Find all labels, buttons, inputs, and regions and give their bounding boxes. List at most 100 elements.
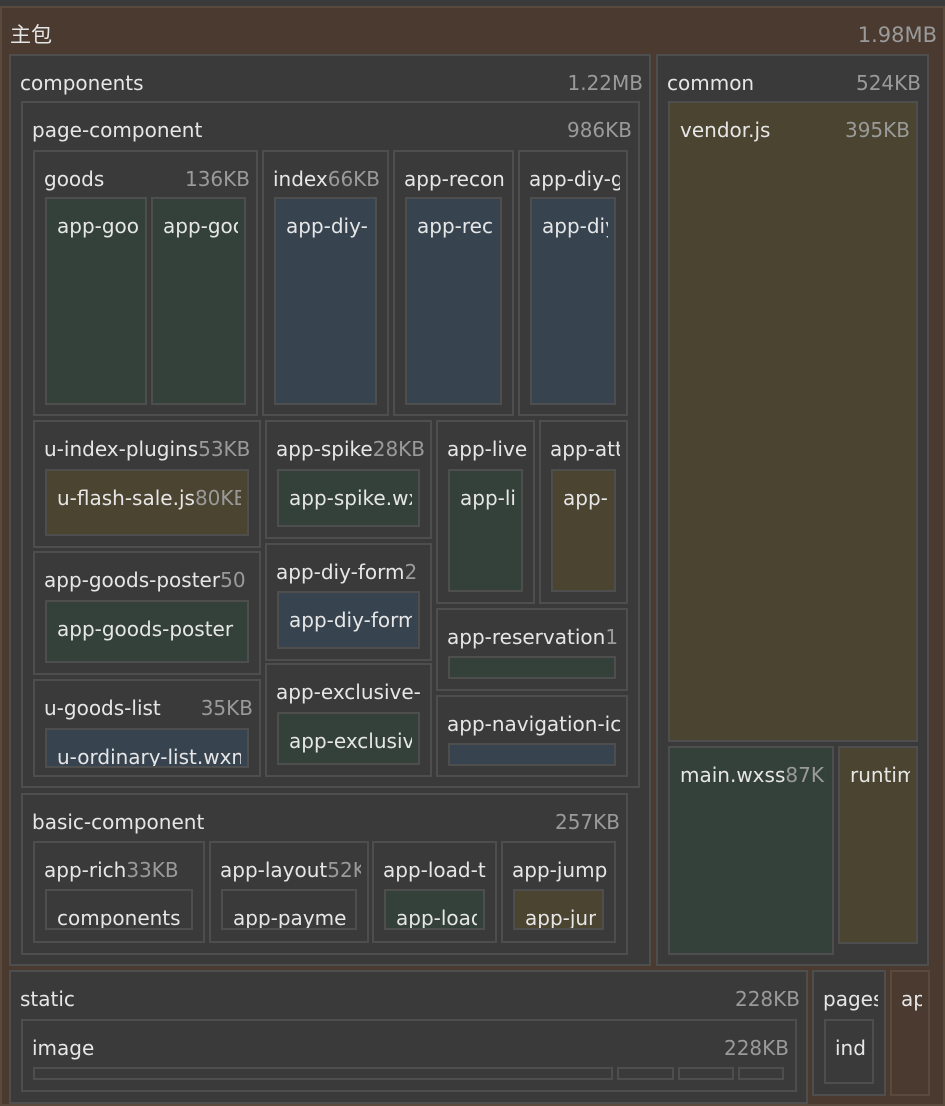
treemap-node-size: 228KB [723, 1036, 789, 1060]
treemap-node-index-c1[interactable]: app-diy- [274, 197, 377, 405]
treemap-node-name: ap [901, 987, 922, 1011]
treemap-node-label: app-diy-g [529, 164, 620, 194]
treemap-node-app-diy-form-c1[interactable]: app-diy-form [277, 591, 420, 649]
treemap-node-size: 53KB [198, 437, 251, 461]
treemap-node-name: app-diy [542, 214, 608, 238]
treemap-node-size: 1 [605, 625, 619, 649]
treemap-node-name: app-goods-poster [57, 617, 234, 641]
treemap-node-name: u-flash-sale.js [57, 486, 195, 510]
treemap-node-vendor[interactable]: vendor.js 395KB [668, 101, 918, 742]
treemap-node-name: index [273, 167, 328, 191]
treemap-node-size: 35KB [200, 696, 253, 720]
treemap-node-app-exclusive-c1[interactable]: app-exclusive [277, 712, 420, 765]
treemap-node-label: app-diy-form2 [276, 557, 424, 587]
treemap-node-name: app-att [550, 437, 620, 461]
treemap-node-image-c3[interactable] [678, 1067, 734, 1080]
treemap-node-app-goods-poster-c1[interactable]: app-goods-poster [45, 600, 249, 663]
treemap-node-image-c2[interactable] [617, 1067, 674, 1080]
treemap-node-label: app-att [550, 434, 620, 464]
treemap-node-label: app-diy- [286, 211, 369, 241]
treemap-node-label: u-ordinary-list.wxml [57, 742, 241, 766]
treemap-node-name: app-load [396, 906, 477, 930]
treemap-node-pages-c1[interactable]: index [824, 1019, 874, 1084]
treemap-node-label: app-goods-poster [57, 614, 241, 644]
treemap-node-app-navigation-c1[interactable] [448, 743, 616, 766]
treemap-node-image-c1[interactable] [33, 1067, 613, 1080]
treemap-node-u-ordinary-list[interactable]: u-ordinary-list.wxml [45, 728, 249, 768]
treemap-node-name: components [20, 71, 144, 95]
treemap-node-app-att-c1[interactable]: app-a [551, 469, 616, 592]
treemap-node-label: u-flash-sale.js80KB [57, 483, 241, 513]
treemap-node-name: app-diy-form [276, 560, 405, 584]
treemap-node-label: goods 136KB [44, 164, 250, 194]
treemap-node-name: goods [44, 167, 105, 191]
treemap-node-main-wxss[interactable]: main.wxss87KB [668, 746, 834, 955]
treemap-node-label: app-reservation1 [447, 622, 620, 652]
treemap-node-u-flash-sale[interactable]: u-flash-sale.js80KB [45, 469, 249, 536]
treemap-node-label: app-jump [512, 855, 608, 885]
treemap-node-label: app-layout52KB [220, 855, 361, 885]
treemap-node-label: ap [901, 984, 922, 1014]
treemap-node-goods-c1[interactable]: app-goods [45, 197, 147, 405]
treemap-node-size: 28KB [372, 437, 424, 461]
treemap-node-name: app-live [447, 437, 527, 461]
treemap-node-app-spike-c1[interactable]: app-spike.wx [277, 469, 420, 527]
treemap-node-size: 87KB [785, 763, 826, 787]
treemap-node-size: 228KB [734, 987, 800, 1011]
treemap-node-app-load-t-c1[interactable]: app-load [384, 889, 485, 930]
treemap-node-app-rich-c1[interactable]: components [45, 889, 193, 930]
treemap-node-name: app-load-t [383, 858, 486, 882]
treemap-node-size: 33KB [126, 858, 179, 882]
treemap-node-label: app-recon [404, 164, 506, 194]
treemap-node-label: index66KB [273, 164, 381, 194]
treemap-node-size: 80KB [194, 486, 241, 510]
treemap-node-ap[interactable]: ap [890, 970, 930, 1096]
treemap-node-size: 257KB [554, 810, 620, 834]
treemap-node-size: 524KB [855, 71, 921, 95]
treemap-node-label: pages [823, 984, 878, 1014]
treemap-node-label: app-spike28KB [276, 434, 424, 464]
treemap-node-image-c4[interactable] [738, 1067, 784, 1080]
treemap-node-label: app-goods-poster50 [44, 565, 253, 595]
treemap-node-label: app-goods [163, 211, 238, 241]
treemap-node-label: app-li [460, 483, 515, 513]
treemap-node-name: app-jump [512, 858, 608, 882]
treemap-node-name: app-goods [57, 214, 139, 238]
treemap-node-app-live-c1[interactable]: app-li [448, 469, 523, 592]
treemap-node-size: 50 [220, 568, 246, 592]
treemap-node-app-reservation-c1[interactable] [448, 656, 616, 679]
treemap-node-label: app-load [396, 903, 477, 930]
treemap-node-image[interactable]: image 228KB [21, 1019, 797, 1092]
treemap-node-app-diy-g-c1[interactable]: app-diy [530, 197, 616, 405]
treemap-node-name: app-goods [163, 214, 238, 238]
treemap-node-label: app-diy-form [289, 605, 412, 635]
treemap-node-label: app-load-t [383, 855, 489, 885]
treemap-node-label: app-exclusive [289, 726, 412, 756]
treemap-node-name: app-spike.wx [289, 486, 412, 510]
treemap-node-label: components 1.22MB [20, 68, 643, 98]
treemap-node-name: app-spike [276, 437, 373, 461]
treemap-node-label: u-goods-list 35KB [44, 693, 253, 723]
treemap-node-name: runtime [850, 763, 910, 787]
treemap-node-label: app-diy [542, 211, 608, 241]
treemap-node-label: app-jum [525, 903, 596, 928]
treemap-node-label: app-a [563, 483, 608, 513]
treemap-node-goods-c2[interactable]: app-goods [151, 197, 246, 405]
treemap-node-name: app-li [460, 486, 515, 510]
treemap-node-label: common 524KB [667, 68, 921, 98]
treemap-node-label: image 228KB [32, 1033, 789, 1063]
treemap-node-name: common [667, 71, 755, 95]
treemap-node-app-jump-c1[interactable]: app-jum [513, 889, 604, 930]
treemap-node-label: page-component 986KB [32, 115, 632, 145]
treemap-node-app-layout-c1[interactable]: app-payme [221, 889, 357, 930]
treemap-node-size: 1.98MB [857, 23, 937, 47]
treemap-node-size: 66KB [327, 167, 381, 191]
treemap-node-name: components [57, 906, 181, 930]
treemap-node-name: u-goods-list [44, 696, 161, 720]
treemap-node-label: vendor.js 395KB [680, 115, 910, 145]
treemap-node-runtime[interactable]: runtime [838, 746, 918, 944]
treemap-node-name: image [32, 1036, 95, 1060]
treemap-node-name: app-a [563, 486, 608, 510]
treemap-node-name: index [835, 1036, 866, 1060]
treemap-node-app-recon-c1[interactable]: app-reco [405, 197, 502, 405]
